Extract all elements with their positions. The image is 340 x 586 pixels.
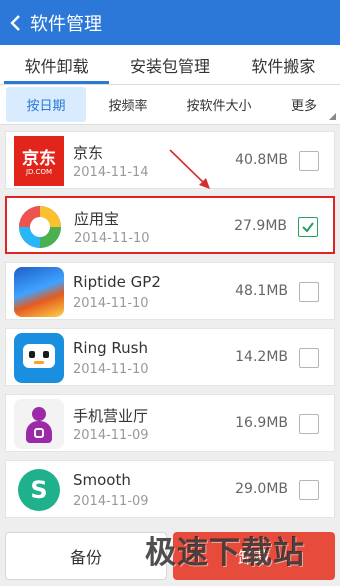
jd-logo-subtext: JD.COM [25, 168, 53, 176]
jd-logo-text: 京东 [22, 149, 56, 169]
chevron-left-icon [10, 14, 20, 31]
app-date: 2014-11-09 [73, 494, 149, 509]
app-row[interactable]: Ring Rush 2014-11-10 14.2MB [5, 328, 335, 386]
app-date: 2014-11-10 [73, 362, 149, 377]
app-size: 48.1MB [235, 283, 288, 299]
app-row[interactable]: 京东 JD.COM 京东 2014-11-14 40.8MB [5, 131, 335, 189]
app-row[interactable]: S Smooth 2014-11-09 29.0MB [5, 460, 335, 518]
app-size: 40.8MB [235, 152, 288, 168]
app-checkbox[interactable] [299, 282, 319, 302]
app-row[interactable]: Riptide GP2 2014-11-10 48.1MB [5, 262, 335, 320]
sort-by-date[interactable]: 按日期 [6, 87, 86, 122]
title-bar: 软件管理 [0, 0, 340, 45]
app-row[interactable]: 应用宝 2014-11-10 27.9MB [5, 196, 335, 254]
app-date: 2014-11-09 [73, 428, 149, 443]
tab-app-move[interactable]: 软件搬家 [227, 45, 340, 84]
smooth-s-icon: S [14, 465, 64, 515]
sort-more[interactable]: 更多 [268, 85, 340, 124]
sort-by-size[interactable]: 按软件大小 [170, 85, 268, 124]
app-name: Ring Rush [73, 339, 148, 357]
smooth-icon-letter: S [30, 476, 48, 504]
app-size: 27.9MB [234, 218, 287, 234]
app-row[interactable]: 手机营业厅 2014-11-09 16.9MB [5, 394, 335, 452]
sort-more-label: 更多 [290, 99, 317, 114]
backup-button[interactable]: 备份 [5, 532, 167, 580]
main-tabs: 软件卸载 安装包管理 软件搬家 [0, 45, 340, 85]
page-title: 软件管理 [30, 13, 102, 35]
app-name: Riptide GP2 [73, 273, 161, 291]
app-date: 2014-11-14 [73, 165, 149, 180]
app-size: 14.2MB [235, 349, 288, 365]
back-button[interactable] [0, 0, 30, 45]
ring-rush-robot-icon [14, 333, 64, 383]
app-date: 2014-11-10 [74, 231, 150, 246]
jd-logo-icon: 京东 JD.COM [14, 136, 64, 186]
sort-tabs: 按日期 按频率 按软件大小 更多 [0, 85, 340, 125]
app-checkbox[interactable] [299, 151, 319, 171]
sort-by-frequency[interactable]: 按频率 [86, 85, 170, 124]
checkmark-icon [302, 222, 314, 233]
app-name: 手机营业厅 [73, 407, 149, 425]
unicom-person-icon [14, 399, 64, 449]
app-checkbox[interactable] [299, 348, 319, 368]
watermark: 极速下载站 [145, 535, 305, 571]
tab-uninstall[interactable]: 软件卸载 [0, 45, 113, 84]
app-checkbox-checked[interactable] [298, 217, 318, 237]
app-name: 京东 [73, 144, 104, 162]
app-checkbox[interactable] [299, 414, 319, 434]
yingyongbao-logo-icon [15, 202, 65, 252]
app-name: Smooth [73, 471, 131, 489]
tab-package-manager[interactable]: 安装包管理 [113, 45, 226, 84]
riptide-game-icon [14, 267, 64, 317]
app-date: 2014-11-10 [73, 296, 149, 311]
yingyongbao-swirl-icon [19, 206, 61, 248]
app-checkbox[interactable] [299, 480, 319, 500]
dropdown-corner-icon [329, 113, 336, 120]
app-name: 应用宝 [74, 210, 120, 228]
app-size: 16.9MB [235, 415, 288, 431]
app-size: 29.0MB [235, 481, 288, 497]
